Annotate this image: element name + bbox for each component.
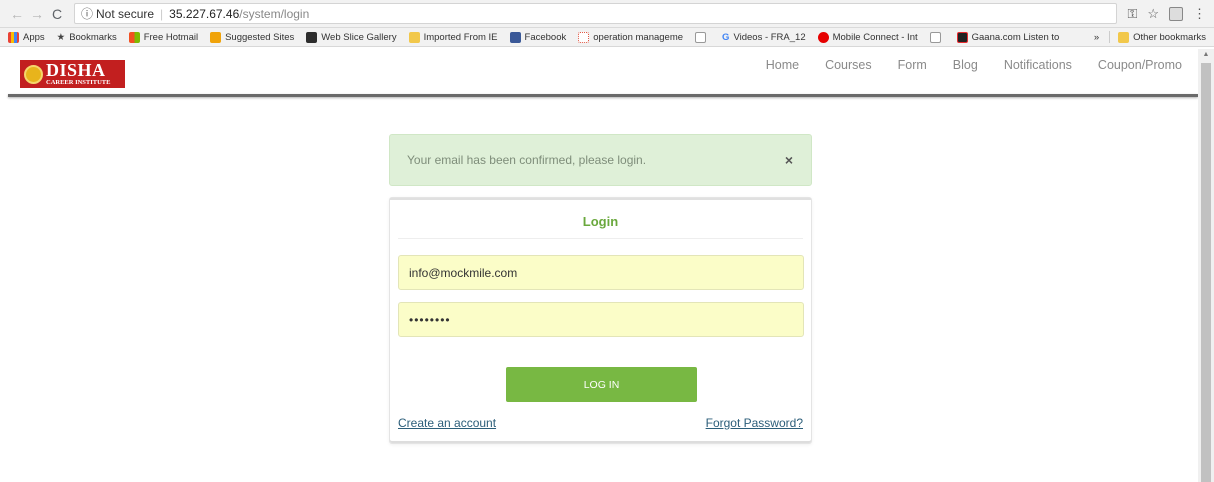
operation-icon (578, 31, 590, 43)
extension-icon[interactable] (1169, 6, 1183, 21)
nav-courses[interactable]: Courses (825, 58, 872, 72)
bookmark-item[interactable]: Suggested Sites (210, 31, 295, 43)
folder-icon (1118, 31, 1130, 43)
nav-home[interactable]: Home (766, 58, 799, 72)
nav-form[interactable]: Form (898, 58, 927, 72)
windows-icon (128, 31, 140, 43)
bookmark-item[interactable] (929, 31, 945, 43)
bookmark-item[interactable] (695, 31, 710, 43)
apps-grid-icon (8, 31, 19, 43)
bookmark-item[interactable]: Web Slice Gallery (306, 31, 397, 43)
header-divider (8, 94, 1198, 97)
logo-sub-text: CAREER INSTITUTE (46, 79, 111, 87)
create-account-link[interactable]: Create an account (398, 416, 496, 430)
page-scrollbar[interactable]: ▲ (1198, 49, 1214, 482)
success-alert: Your email has been confirmed, please lo… (389, 134, 812, 186)
page-icon (695, 31, 707, 43)
reload-icon[interactable]: C (48, 6, 66, 22)
disha-logo[interactable]: DISHA CAREER INSTITUTE (20, 60, 125, 88)
forgot-password-link[interactable]: Forgot Password? (706, 416, 803, 430)
browser-toolbar: ← → C ⓘ Not secure | 35.227.67.46 /syste… (0, 0, 1214, 28)
bookmark-label: operation manageme (593, 31, 684, 43)
alert-message: Your email has been confirmed, please lo… (407, 153, 647, 167)
url-host: 35.227.67.46 (169, 6, 240, 21)
nav-notifications[interactable]: Notifications (1004, 58, 1072, 72)
bookmark-item[interactable]: Free Hotmail (128, 31, 199, 43)
gaana-icon (956, 31, 968, 43)
web-slice-icon (306, 31, 318, 43)
bookmark-item[interactable]: Gaana.com Listen to (956, 31, 1060, 43)
google-icon: G (722, 31, 730, 43)
bookmark-label: Videos - FRA_12 (733, 31, 806, 43)
info-icon[interactable]: ⓘ (81, 5, 93, 22)
security-label: Not secure (96, 6, 155, 21)
back-icon[interactable]: ← (8, 6, 26, 22)
suggested-sites-icon (210, 31, 222, 43)
password-field[interactable]: •••••••• (398, 302, 804, 337)
bookmarks-bar: Apps ★ Bookmarks Free Hotmail Suggested … (0, 28, 1214, 47)
bookmark-label: Facebook (524, 31, 567, 43)
url-path: /system/login (239, 6, 310, 21)
bookmark-label: Mobile Connect - Int (832, 31, 918, 43)
vodafone-icon (817, 31, 829, 43)
bookmark-item[interactable]: Facebook (509, 31, 567, 43)
scroll-up-icon[interactable]: ▲ (1198, 51, 1214, 58)
forward-icon[interactable]: → (28, 6, 46, 22)
login-card: Login info@mockmile.com •••••••• LOG IN … (389, 197, 812, 444)
card-divider (398, 238, 803, 239)
logo-main-text: DISHA (46, 60, 106, 81)
bookmark-label: Other bookmarks (1133, 31, 1206, 43)
close-icon[interactable]: × (785, 152, 793, 168)
url-separator: | (160, 6, 164, 21)
page-icon (929, 31, 941, 43)
bookmark-item[interactable]: ★ Bookmarks (57, 32, 117, 43)
bookmark-item[interactable]: G Videos - FRA_12 (722, 32, 806, 43)
scroll-thumb[interactable] (1201, 63, 1211, 482)
bookmark-item[interactable]: Imported From IE (408, 31, 498, 43)
bookmark-label: Gaana.com Listen to (971, 31, 1060, 43)
bookmarks-overflow-button[interactable]: » (1094, 32, 1099, 43)
bookmark-item[interactable]: operation manageme (578, 31, 684, 43)
logo-emblem-icon (24, 64, 43, 84)
bookmark-item[interactable]: Mobile Connect - Int (817, 31, 918, 43)
login-title: Login (582, 214, 619, 229)
bookmarks-divider (1109, 31, 1111, 43)
bookmark-label: Apps (23, 31, 45, 43)
star-icon: ★ (56, 31, 66, 43)
address-bar[interactable]: ⓘ Not secure | 35.227.67.46 /system/logi… (74, 3, 1118, 24)
email-field[interactable]: info@mockmile.com (398, 255, 804, 290)
folder-icon (408, 31, 420, 43)
site-header: DISHA CAREER INSTITUTE Home Courses Form… (0, 47, 1214, 97)
bookmark-label: Imported From IE (423, 31, 498, 43)
bookmark-label: Web Slice Gallery (321, 31, 397, 43)
bookmark-label: Bookmarks (69, 31, 117, 43)
login-button[interactable]: LOG IN (506, 367, 697, 402)
nav-blog[interactable]: Blog (953, 58, 978, 72)
bookmark-label: Suggested Sites (225, 31, 295, 43)
card-top-border (390, 198, 811, 200)
bookmark-item[interactable]: Apps (8, 31, 45, 43)
facebook-icon (509, 31, 521, 43)
top-nav: Home Courses Form Blog Notifications Cou… (766, 58, 1182, 72)
nav-coupon-promo[interactable]: Coupon/Promo (1098, 58, 1182, 72)
other-bookmarks[interactable]: Other bookmarks (1118, 31, 1206, 43)
key-icon[interactable]: ⚿ (1127, 6, 1137, 22)
menu-icon[interactable]: ⋮ (1193, 6, 1206, 22)
star-bookmark-icon[interactable]: ☆ (1147, 6, 1159, 22)
bookmark-label: Free Hotmail (143, 31, 199, 43)
